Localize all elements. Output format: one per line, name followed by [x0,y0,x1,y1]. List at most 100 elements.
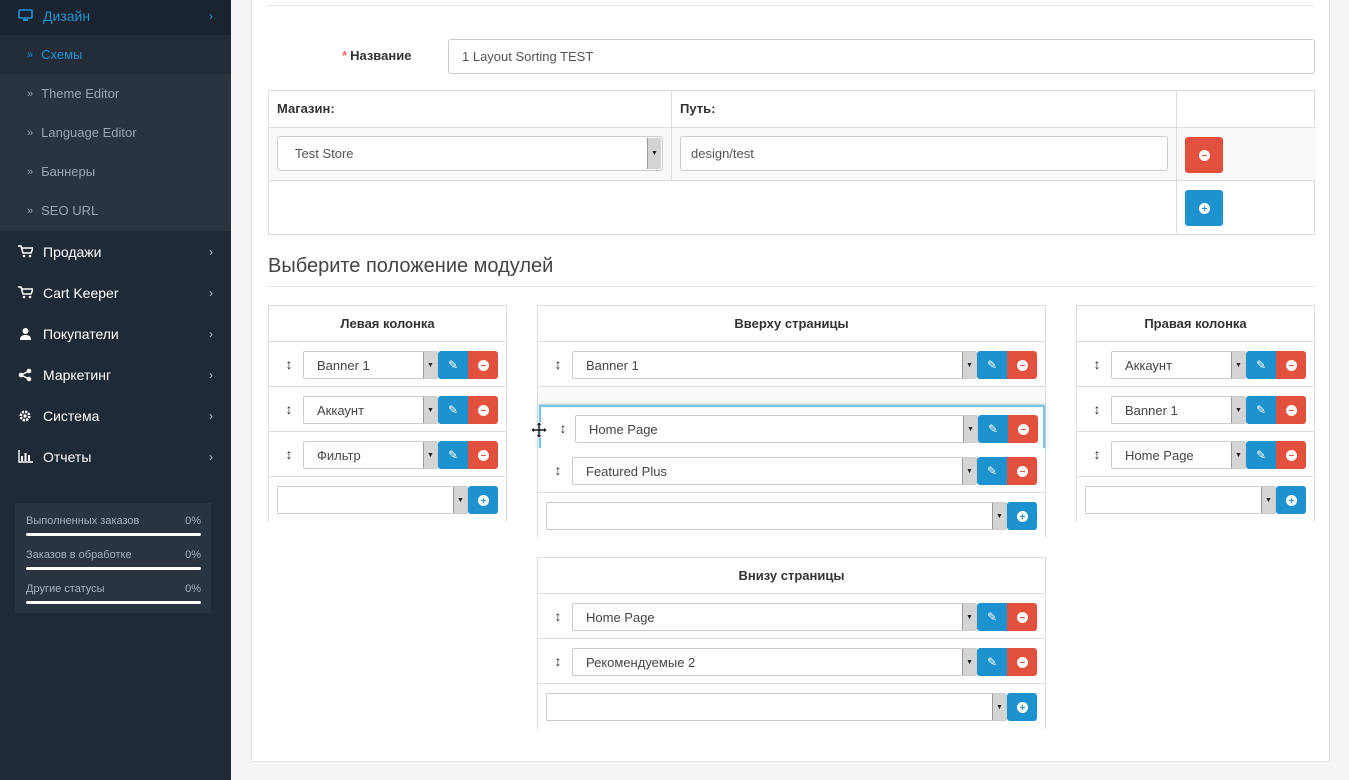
remove-module-button[interactable] [1276,396,1306,424]
module-select[interactable]: Home Page ▼ [1111,441,1246,469]
module-select[interactable]: Рекомендуемые 2 ▼ [572,648,977,676]
drag-handle-icon[interactable]: ↕ [552,461,564,479]
edit-module-button[interactable]: ✎ [977,648,1007,676]
edit-module-button[interactable]: ✎ [977,457,1007,485]
plus-circle-icon [1198,202,1210,214]
dropdown-arrow-icon: ▼ [423,397,437,423]
add-module-button[interactable] [1007,502,1037,530]
edit-module-button[interactable]: ✎ [977,603,1007,631]
submenu-item-banners[interactable]: » Баннеры [0,152,231,191]
remove-module-button[interactable] [1007,603,1037,631]
module-select[interactable]: Featured Plus ▼ [572,457,977,485]
minus-circle-icon [1016,656,1028,668]
module-select[interactable]: Banner 1 ▼ [1111,396,1246,424]
module-row-dragging[interactable]: ↕ Home Page ▼ ✎ [539,405,1045,451]
module-row: ↕ Home Page ▼ ✎ [1077,432,1314,477]
module-select[interactable]: Banner 1 ▼ [303,351,438,379]
edit-module-button[interactable]: ✎ [978,415,1008,443]
remove-module-button[interactable] [1276,351,1306,379]
dropdown-arrow-icon: ▼ [423,352,437,378]
nav-cart-keeper[interactable]: Cart Keeper › [0,272,231,313]
edit-module-button[interactable]: ✎ [438,351,468,379]
drag-handle-icon[interactable]: ↕ [283,355,295,373]
nav-marketing[interactable]: Маркетинг › [0,354,231,395]
dropdown-arrow-icon: ▼ [647,138,661,169]
edit-module-button[interactable]: ✎ [1246,396,1276,424]
drag-handle-icon[interactable]: ↕ [557,419,569,437]
module-select[interactable]: Аккаунт ▼ [1111,351,1246,379]
stat-processing: Заказов в обработке 0% [26,547,201,581]
module-row: ↕ Banner 1 ▼ ✎ [1077,387,1314,432]
edit-module-button[interactable]: ✎ [977,351,1007,379]
edit-module-button[interactable]: ✎ [1246,441,1276,469]
module-select[interactable]: Banner 1 ▼ [572,351,977,379]
sidebar: Дизайн › » Схемы » Theme Editor » Language … [0,0,231,780]
minus-circle-icon [477,449,489,461]
bar-chart-icon [16,450,34,463]
add-module-button[interactable] [1007,693,1037,721]
nav-design[interactable]: Дизайн › [0,0,231,36]
remove-module-button[interactable] [468,396,498,424]
nav-design-label: Дизайн [43,7,91,24]
minus-circle-icon [1198,149,1210,161]
remove-module-button[interactable] [1007,457,1037,485]
drag-handle-icon[interactable]: ↕ [1091,400,1103,418]
remove-module-button[interactable] [1008,415,1038,443]
drag-handle-icon[interactable]: ↕ [552,355,564,373]
drag-handle-icon[interactable]: ↕ [552,652,564,670]
edit-module-button[interactable]: ✎ [438,441,468,469]
chevron-right-icon: › [209,244,213,259]
minus-circle-icon [1016,611,1028,623]
nav-reports[interactable]: Отчеты › [0,436,231,477]
remove-module-button[interactable] [1276,441,1306,469]
module-select[interactable]: Аккаунт ▼ [303,396,438,424]
new-module-select[interactable]: ▼ [546,693,1007,721]
drag-handle-icon[interactable]: ↕ [1091,445,1103,463]
add-store-button[interactable] [1185,190,1223,226]
edit-module-button[interactable]: ✎ [1246,351,1276,379]
monitor-icon [16,9,34,22]
add-module-button[interactable] [1276,486,1306,514]
remove-module-button[interactable] [1007,351,1037,379]
new-module-select[interactable]: ▼ [546,502,1007,530]
panel-content-bottom: Внизу страницы ↕ Home Page ▼ ✎ ↕ Рекоменд… [537,557,1046,729]
nav-customers[interactable]: Покупатели › [0,313,231,354]
edit-module-button[interactable]: ✎ [438,396,468,424]
dropdown-arrow-icon: ▼ [962,352,976,378]
drag-handle-icon[interactable]: ↕ [283,445,295,463]
remove-module-button[interactable] [468,441,498,469]
path-header: Путь: [672,91,1177,128]
remove-module-button[interactable] [1007,648,1037,676]
submenu-item-language-editor[interactable]: » Language Editor [0,113,231,152]
submenu-item-theme-editor[interactable]: » Theme Editor [0,74,231,113]
remove-store-button[interactable] [1185,137,1223,173]
module-select[interactable]: Фильтр ▼ [303,441,438,469]
module-select[interactable]: Home Page ▼ [572,603,977,631]
submenu-item-seo-url[interactable]: » SEO URL [0,191,231,230]
store-select[interactable]: Test Store ▼ [277,136,663,171]
module-row: ↕ Рекомендуемые 2 ▼ ✎ [538,639,1045,684]
panel-title: Правая колонка [1077,306,1314,342]
submenu-item-layouts[interactable]: » Схемы [0,35,231,74]
module-row: ↕ Аккаунт ▼ ✎ [269,387,506,432]
dropdown-arrow-icon: ▼ [1231,397,1245,423]
module-select[interactable]: Home Page ▼ [575,415,978,443]
new-module-select[interactable]: ▼ [1085,486,1276,514]
pencil-icon: ✎ [1255,448,1267,462]
double-chevron-icon: » [27,204,34,217]
drag-handle-icon[interactable]: ↕ [552,607,564,625]
dropdown-arrow-icon: ▼ [423,442,437,468]
drag-handle-icon[interactable]: ↕ [1091,355,1103,373]
drag-handle-icon[interactable]: ↕ [283,400,295,418]
module-row: ↕ Banner 1 ▼ ✎ [538,342,1045,387]
add-module-button[interactable] [468,486,498,514]
panel-content-top: Вверху страницы ↕ Banner 1 ▼ ✎ ↕ Home Pag… [537,305,1046,538]
layout-name-input[interactable]: 1 Layout Sorting TEST [448,39,1315,74]
store-table: Магазин: Путь: Test Store ▼ design/test [268,90,1316,235]
new-module-select[interactable]: ▼ [277,486,468,514]
nav-system[interactable]: Система › [0,395,231,436]
remove-module-button[interactable] [468,351,498,379]
section-title: Выберите положение модулей [268,255,554,277]
path-input[interactable]: design/test [680,136,1168,171]
nav-sales[interactable]: Продажи › [0,231,231,272]
